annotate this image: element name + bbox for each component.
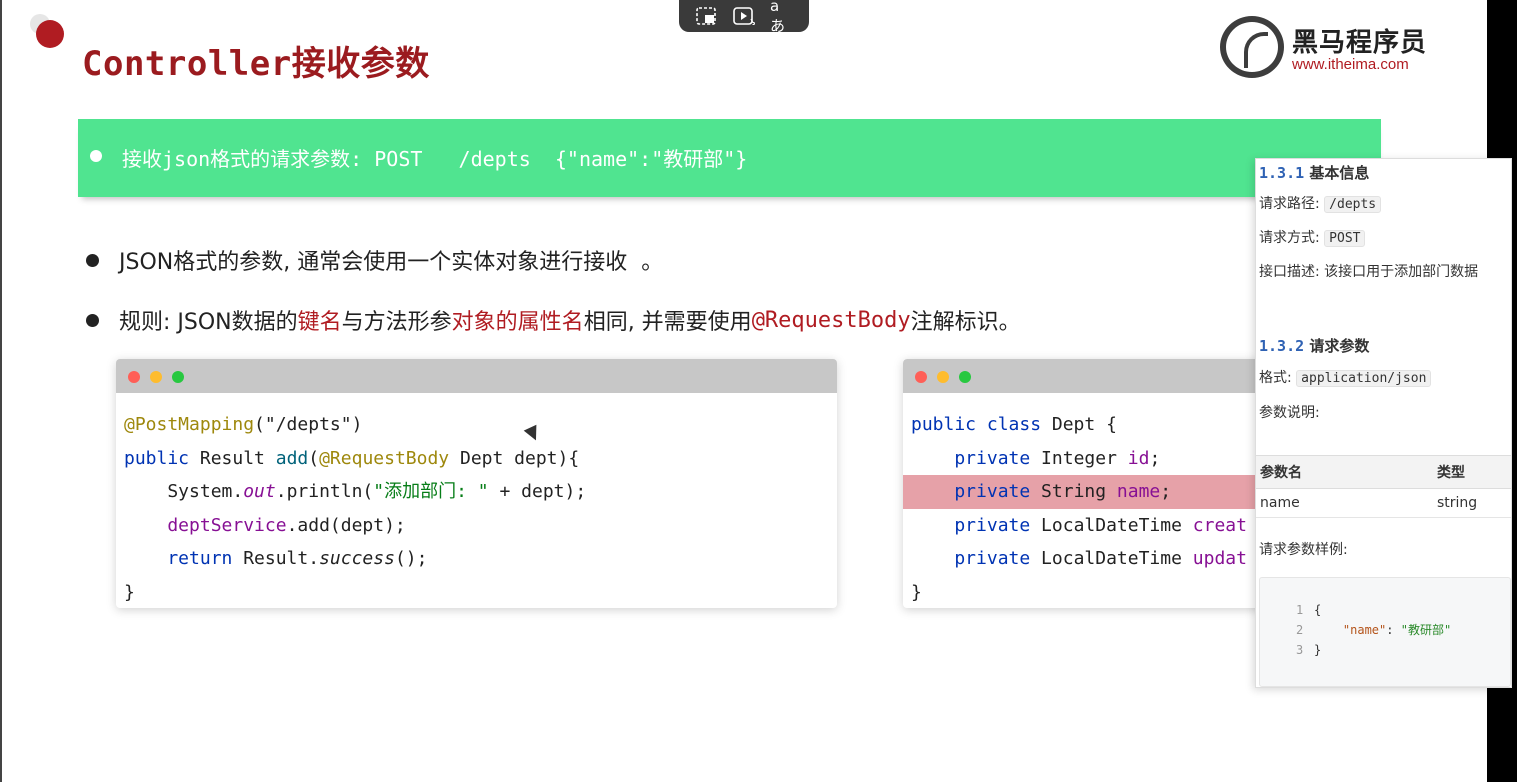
sample-line: 3} — [1296, 643, 1322, 657]
code-window-titlebar — [903, 359, 1283, 393]
format-value: application/json — [1296, 370, 1432, 387]
bullet-rule: 规则: JSON数据的 键名 与方法形参 对象的属性名 相同, 并需要使用 @Reques… — [86, 304, 1021, 336]
brand-name: 黑马程序员 — [1292, 28, 1428, 58]
code-line-highlighted: private String name; — [903, 475, 1283, 509]
rule-keyword-attr: 对象的属性名 — [451, 310, 584, 335]
rule-keyword-key: 键名 — [297, 310, 342, 335]
picture-in-picture-icon[interactable] — [694, 5, 718, 27]
api-doc-panel: 1.3.1 基本信息 请求路径: /depts 请求方式: POST 接口描述:… — [1255, 158, 1512, 688]
code-line: deptService.add(dept); — [124, 514, 406, 536]
table-row: name string — [1256, 488, 1511, 518]
request-method-row: 请求方式: POST — [1259, 227, 1366, 247]
code-body: @PostMapping("/depts") public Result add… — [116, 393, 837, 609]
bullet-text: JSON格式的参数, 通常会使用一个实体对象进行接收 。 — [119, 250, 664, 275]
video-toolbar: aあ — [679, 0, 809, 35]
rule-text-1: 规则: JSON数据的 — [119, 310, 298, 335]
code-line: @PostMapping("/depts") — [124, 414, 363, 435]
sample-line: 1{ — [1296, 603, 1322, 617]
code-line: private LocalDateTime updat — [911, 548, 1247, 569]
rule-text-4: 注解标识。 — [910, 310, 1021, 335]
rule-keyword-annotation: @RequestBody — [751, 307, 911, 333]
table-header-name: 参数名 — [1256, 455, 1433, 489]
maximize-dot-icon — [959, 371, 971, 383]
code-line: } — [124, 581, 135, 603]
sample-line: 2 "name": "教研部" — [1296, 623, 1452, 637]
sample-label: 请求参数样例: — [1259, 542, 1348, 558]
section-heading-request-params: 1.3.2 请求参数 — [1259, 337, 1370, 355]
brand-url: www.itheima.com — [1292, 56, 1409, 73]
ai-play-icon[interactable] — [732, 5, 756, 27]
code-body: public class Dept { private Integer id; … — [903, 393, 1283, 608]
request-method-value: POST — [1324, 230, 1366, 247]
code-line: System.out.println("添加部门: " + dept); — [124, 481, 587, 502]
code-window-titlebar — [116, 359, 837, 393]
close-dot-icon — [915, 371, 927, 383]
code-line: } — [911, 581, 922, 603]
controller-code-window: @PostMapping("/depts") public Result add… — [116, 359, 837, 608]
translate-icon[interactable]: aあ — [770, 0, 794, 35]
slide-title: Controller接收参数 — [82, 44, 430, 84]
param-desc-label: 参数说明: — [1259, 405, 1320, 421]
code-line: public Result add(@RequestBody Dept dept… — [124, 447, 580, 469]
bullet-json-params: JSON格式的参数, 通常会使用一个实体对象进行接收 。 — [86, 244, 663, 276]
section-heading-basic-info: 1.3.1 基本信息 — [1259, 164, 1370, 182]
horse-logo-icon — [1220, 16, 1284, 78]
table-cell-type: string — [1433, 488, 1511, 518]
bullet-dot — [86, 253, 99, 267]
dept-code-window: public class Dept { private Integer id; … — [903, 359, 1283, 608]
banner-text: 接收json格式的请求参数: POST /depts {"name":"教研部"… — [122, 147, 748, 171]
api-description: 接口描述: 该接口用于添加部门数据 — [1259, 264, 1479, 280]
table-cell-name: name — [1256, 488, 1433, 518]
format-row: 格式: application/json — [1259, 367, 1432, 387]
code-line: private LocalDateTime creat — [911, 514, 1247, 536]
code-line: private Integer id; — [911, 447, 1161, 469]
bullet-dot — [86, 313, 99, 327]
minimize-dot-icon — [937, 371, 949, 383]
code-line: public class Dept { — [911, 414, 1117, 435]
table-header-type: 类型 — [1433, 455, 1511, 489]
rule-text-2: 与方法形参 — [341, 310, 452, 335]
table-header-row: 参数名 类型 — [1256, 455, 1511, 489]
request-path-value: /depts — [1324, 196, 1382, 213]
minimize-dot-icon — [150, 371, 162, 383]
left-window-edge — [0, 0, 2, 782]
code-line: return Result.success(); — [124, 548, 428, 569]
maximize-dot-icon — [172, 371, 184, 383]
rule-text-3: 相同, 并需要使用 — [583, 310, 752, 335]
params-table: 参数名 类型 name string — [1256, 455, 1511, 518]
brand-logo: 黑马程序员 www.itheima.com — [1220, 16, 1440, 78]
close-dot-icon — [128, 371, 140, 383]
sample-code-block: 1{ 2 "name": "教研部" 3} — [1259, 577, 1511, 687]
banner-bullet — [90, 150, 102, 162]
decor-circle-red — [36, 20, 64, 48]
green-banner: 接收json格式的请求参数: POST /depts {"name":"教研部"… — [78, 119, 1381, 197]
request-path-row: 请求路径: /depts — [1259, 193, 1382, 213]
